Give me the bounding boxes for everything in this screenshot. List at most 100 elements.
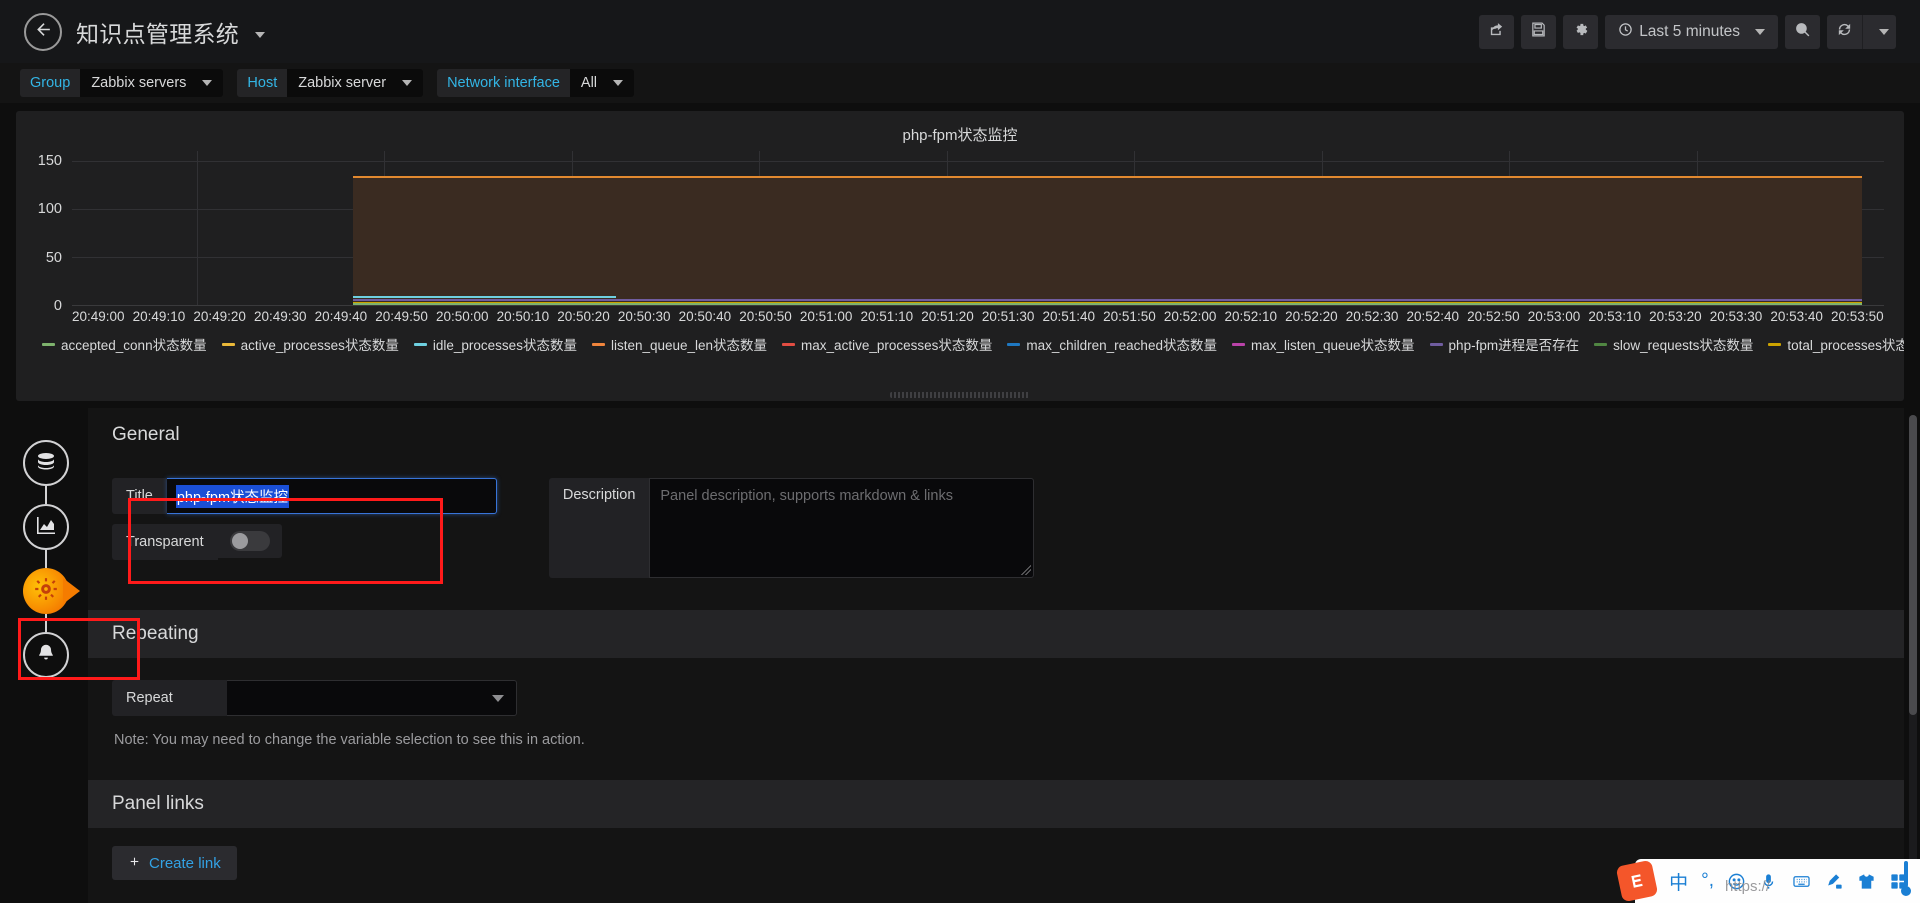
ime-mode-chinese[interactable]: 中	[1669, 868, 1688, 895]
variable-label-group: Group	[20, 69, 81, 97]
transparent-toggle-cell	[217, 524, 282, 558]
legend-swatch-icon	[1429, 342, 1443, 346]
ime-skin-icon[interactable]	[1857, 872, 1876, 891]
legend-swatch-icon	[1231, 342, 1245, 346]
x-tick: 20:50:20	[557, 309, 610, 324]
variable-network-interface: Network interface All	[437, 69, 635, 97]
chevron-down-icon	[254, 32, 265, 39]
create-link-button[interactable]: Create link	[112, 846, 237, 880]
graph-panel-title[interactable]: php-fpm状态监控	[16, 119, 1904, 151]
refresh-button[interactable]	[1827, 14, 1862, 49]
x-tick: 20:53:40	[1770, 309, 1823, 324]
template-variables-bar: Group Zabbix servers Host Zabbix server …	[0, 63, 1920, 103]
ime-punctuation[interactable]: °,	[1701, 870, 1714, 892]
editor-sidebar-rail	[22, 440, 70, 678]
zoom-out-button[interactable]	[1785, 14, 1820, 49]
y-tick-150: 150	[37, 152, 62, 169]
scrollbar-thumb[interactable]	[1909, 415, 1917, 715]
series-idle-processes-line	[352, 296, 616, 298]
description-label: Description	[548, 478, 650, 578]
legend-item[interactable]: active_processes状态数量	[221, 334, 399, 354]
title-input[interactable]: php-fpm状态监控	[166, 478, 497, 514]
save-button[interactable]	[1521, 14, 1557, 49]
general-section-body: Title php-fpm状态监控 Transparent Descriptio…	[88, 456, 1904, 588]
x-tick: 20:53:30	[1709, 309, 1763, 324]
gridline-v	[197, 151, 199, 305]
share-button[interactable]	[1479, 14, 1515, 49]
x-tick: 20:50:00	[435, 309, 489, 324]
x-tick: 20:51:10	[860, 309, 914, 324]
legend-item[interactable]: php-fpm进程是否存在	[1429, 334, 1580, 354]
y-tick-100: 100	[37, 201, 62, 218]
variable-select-group[interactable]: Zabbix servers	[80, 69, 224, 97]
legend-item[interactable]: accepted_conn状态数量	[42, 334, 207, 354]
x-tick: 20:49:50	[375, 309, 428, 324]
editor-scrollbar[interactable]	[1909, 415, 1917, 885]
legend-label: max_children_reached状态数量	[1026, 338, 1217, 353]
x-tick: 20:49:10	[132, 309, 186, 324]
x-tick: 20:53:50	[1831, 309, 1884, 324]
save-icon	[1530, 21, 1547, 43]
description-textarea[interactable]: Panel description, supports markdown & l…	[649, 478, 1035, 578]
database-icon	[34, 449, 58, 478]
series-listen-queue-len-area	[352, 175, 1863, 305]
legend-item[interactable]: listen_queue_len状态数量	[591, 334, 767, 354]
variable-label-network-interface: Network interface	[437, 69, 570, 97]
legend-item[interactable]: idle_processes状态数量	[413, 334, 577, 354]
y-tick-0: 0	[53, 298, 62, 314]
dashboard-title-group[interactable]: 知识点管理系统	[76, 15, 265, 49]
repeat-label: Repeat	[112, 680, 227, 716]
legend-item[interactable]: max_children_reached状态数量	[1007, 334, 1217, 354]
variable-host: Host Zabbix server	[237, 69, 424, 97]
back-button[interactable]	[24, 12, 62, 51]
sidebar-item-visualization[interactable]	[23, 504, 69, 550]
x-tick: 20:52:10	[1224, 309, 1278, 324]
x-tick: 20:51:00	[799, 309, 853, 324]
x-tick: 20:52:00	[1163, 309, 1217, 324]
ime-logo-icon[interactable]	[1615, 859, 1659, 903]
resize-grip-icon[interactable]	[1021, 565, 1032, 575]
variable-select-network-interface[interactable]: All	[569, 69, 635, 97]
watermark-text: https://	[1724, 878, 1770, 895]
variable-select-host[interactable]: Zabbix server	[287, 69, 424, 97]
panel-editor-pane: General Title php-fpm状态监控 Transparent De…	[88, 408, 1904, 903]
legend-swatch-icon	[42, 342, 55, 346]
transparent-toggle[interactable]	[229, 531, 270, 551]
chevron-down-icon	[402, 80, 413, 86]
time-range-label: Last 5 minutes	[1639, 22, 1740, 40]
ime-keyboard-icon[interactable]	[1791, 872, 1812, 891]
x-tick: 20:49:30	[253, 309, 307, 324]
legend-label: php-fpm进程是否存在	[1448, 338, 1580, 353]
transparent-field: Transparent	[112, 524, 497, 560]
ime-indicator-icon[interactable]	[1900, 859, 1912, 901]
panel-resize-handle[interactable]	[890, 392, 1030, 398]
refresh-group	[1827, 14, 1896, 49]
chevron-down-icon	[613, 80, 624, 86]
refresh-icon	[1836, 21, 1853, 43]
rail-connector	[45, 550, 47, 568]
rail-connector	[45, 486, 47, 504]
rail-connector	[45, 614, 47, 632]
title-input-value: php-fpm状态监控	[175, 484, 290, 508]
refresh-interval-dropdown[interactable]	[1862, 14, 1896, 49]
settings-button[interactable]	[1563, 14, 1599, 49]
graph-legend: accepted_conn状态数量 active_processes状态数量 i…	[16, 326, 1904, 354]
legend-item[interactable]: slow_requests状态数量	[1594, 334, 1753, 354]
plus-icon	[128, 855, 141, 872]
time-range-picker[interactable]: Last 5 minutes	[1605, 14, 1778, 49]
x-tick: 20:53:20	[1649, 309, 1702, 324]
toggle-knob	[231, 533, 248, 549]
legend-item[interactable]: max_active_processes状态数量	[782, 334, 992, 354]
ime-handwriting-icon[interactable]	[1825, 872, 1844, 891]
repeat-select[interactable]	[227, 680, 517, 716]
sidebar-item-alert[interactable]	[23, 632, 69, 678]
sidebar-item-queries[interactable]	[23, 440, 69, 486]
arrow-left-icon	[34, 20, 53, 44]
legend-item[interactable]: total_processes状态数量	[1768, 334, 1904, 354]
sidebar-item-general[interactable]	[23, 568, 69, 614]
gear-icon	[1572, 21, 1589, 43]
legend-item[interactable]: max_listen_queue状态数量	[1231, 334, 1415, 354]
legend-swatch-icon	[782, 342, 796, 346]
graph-canvas[interactable]: 150 100 50 0 20:49:00 20:49:10 20:49:20 …	[16, 151, 1890, 326]
x-tick: 20:49:20	[193, 309, 246, 324]
